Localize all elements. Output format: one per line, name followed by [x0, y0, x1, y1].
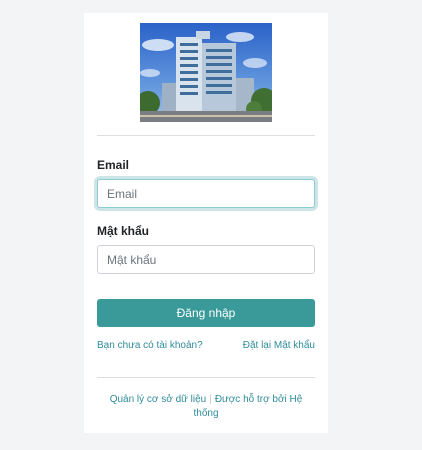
- login-button[interactable]: Đăng nhập: [97, 299, 315, 327]
- top-divider: [97, 135, 315, 136]
- footer-separator: |: [209, 394, 212, 405]
- building-logo: [140, 23, 272, 122]
- email-field[interactable]: [97, 179, 315, 208]
- database-manager-link[interactable]: Quản lý cơ sở dữ liệu: [110, 394, 207, 405]
- password-label: Mật khẩu: [97, 224, 150, 238]
- login-card: Email Mật khẩu Đăng nhập Bạn chưa có tài…: [84, 13, 328, 433]
- password-field[interactable]: [97, 245, 315, 274]
- signup-link[interactable]: Bạn chưa có tài khoản?: [97, 340, 203, 351]
- reset-password-link[interactable]: Đặt lại Mật khẩu: [243, 340, 315, 351]
- email-label: Email: [97, 158, 130, 172]
- footer: Quản lý cơ sở dữ liệu | Được hỗ trợ bởi Hệ…: [97, 393, 315, 421]
- bottom-divider: [97, 377, 315, 378]
